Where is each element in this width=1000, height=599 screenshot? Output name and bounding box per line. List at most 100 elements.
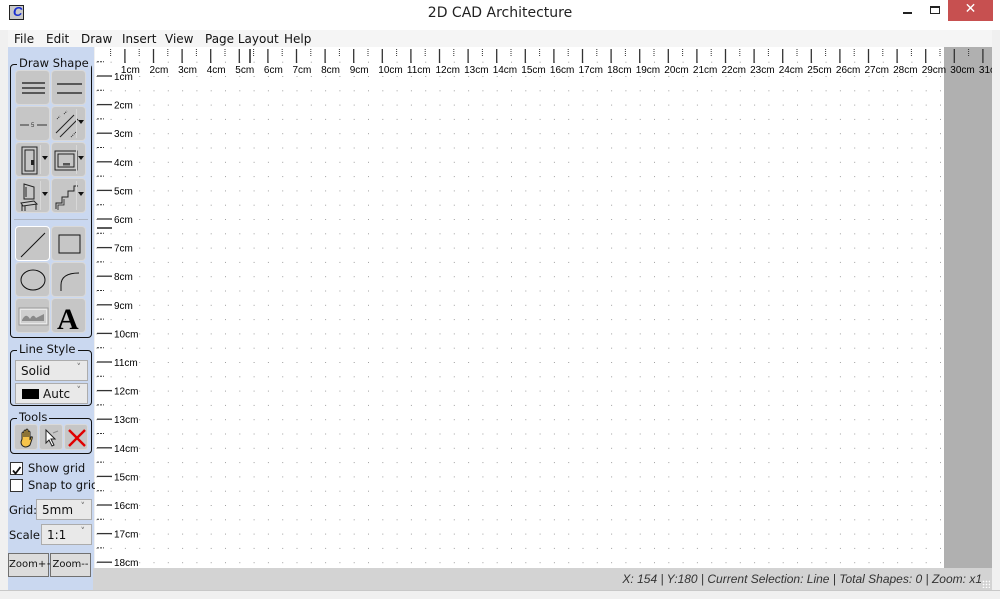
grid-dot	[167, 376, 169, 378]
grid-dot	[582, 204, 584, 206]
hatched-wall-button[interactable]	[51, 106, 86, 141]
snap-to-grid-label[interactable]: Snap to grid	[28, 478, 98, 492]
grid-dot	[654, 61, 655, 63]
grid-dot	[339, 190, 341, 192]
grid-dot	[210, 176, 212, 178]
ruler-label: 8cm	[321, 65, 340, 76]
grid-dot	[911, 90, 913, 92]
grid-dot	[654, 204, 655, 206]
grid-dot	[482, 433, 484, 435]
minimize-icon	[903, 12, 912, 14]
snap-to-grid-checkbox[interactable]	[10, 479, 23, 492]
dropdown-arrow-icon[interactable]	[42, 192, 48, 196]
menu-page-layout[interactable]: Page Layout	[205, 32, 279, 46]
delete-tool-button[interactable]	[64, 424, 88, 450]
double-wall-button[interactable]	[51, 70, 86, 105]
grid-dot	[153, 505, 155, 506]
grid-dot	[868, 476, 870, 478]
grid-dot	[839, 362, 841, 363]
dropdown-arrow-icon[interactable]	[78, 192, 84, 196]
grid-dot	[225, 247, 226, 249]
grid-dot	[124, 319, 126, 321]
grid-dot	[611, 147, 613, 149]
grid-dot	[511, 404, 512, 406]
image-tool-button[interactable]	[15, 298, 50, 333]
close-button[interactable]: ✕	[948, 0, 993, 21]
menu-file[interactable]: File	[14, 32, 34, 46]
menu-view[interactable]: View	[165, 32, 193, 46]
grid-dot	[310, 490, 312, 492]
text-tool-button[interactable]: A	[51, 298, 86, 334]
grid-dot	[782, 562, 784, 564]
dropdown-arrow-icon[interactable]	[42, 156, 48, 160]
drawing-canvas[interactable]: 1cm 2cm 3cm 4cm 5cm 6cm 7cm 8cm 9cm 10cm 11cm 12cm 1…	[95, 47, 1000, 569]
triple-wall-button[interactable]	[15, 70, 50, 105]
grid-dot	[825, 76, 827, 77]
grid-size-select[interactable]: 5mm ˅	[36, 499, 92, 520]
grid-dot	[396, 61, 398, 63]
grid-dot	[639, 204, 641, 206]
menu-insert[interactable]: Insert	[122, 32, 156, 46]
grid-dot	[425, 304, 427, 306]
dropdown-arrow-icon[interactable]	[78, 120, 84, 124]
canvas-page[interactable]	[95, 47, 944, 568]
grid-dot	[339, 519, 341, 521]
grid-dot	[782, 347, 784, 349]
pan-tool-button[interactable]	[14, 424, 38, 450]
ellipse-tool-button[interactable]	[15, 262, 50, 297]
grid-dot	[225, 190, 226, 192]
grid-dot	[911, 61, 913, 63]
select-tool-button[interactable]	[39, 424, 63, 450]
grid-dot	[525, 376, 527, 378]
arc-tool-button[interactable]	[51, 262, 86, 297]
ruler-label: 17cm	[114, 530, 138, 541]
grid-dot	[854, 133, 856, 135]
rectangle-tool-button[interactable]	[51, 226, 86, 261]
door-button[interactable]	[15, 142, 50, 177]
show-grid-checkbox[interactable]	[10, 462, 23, 475]
grid-dot	[453, 118, 455, 120]
grid-dot	[625, 61, 627, 63]
grid-dot	[539, 447, 541, 449]
window-button[interactable]	[51, 142, 86, 177]
grid-dot	[225, 161, 226, 163]
svg-text:A: A	[57, 303, 79, 334]
grid-dot	[925, 319, 927, 321]
menu-draw[interactable]: Draw	[81, 32, 112, 46]
line-style-select[interactable]: Solid ˅	[15, 360, 88, 381]
grid-dot	[811, 176, 813, 178]
grid-dot	[110, 519, 112, 521]
stairs-button[interactable]	[51, 178, 86, 213]
chair-button[interactable]	[15, 178, 50, 213]
grid-dot	[396, 90, 398, 92]
grid-dot	[239, 462, 241, 464]
grid-dot	[639, 505, 641, 506]
grid-dot	[325, 247, 327, 249]
resize-grip-icon[interactable]	[982, 580, 990, 588]
grid-dot	[468, 433, 470, 435]
zoom-out-button[interactable]: Zoom--	[50, 553, 91, 577]
scale-select[interactable]: 1:1 ˅	[41, 524, 92, 545]
menu-edit[interactable]: Edit	[46, 32, 69, 46]
dropdown-arrow-icon[interactable]	[78, 156, 84, 160]
maximize-button[interactable]	[920, 0, 950, 21]
grid-dot	[267, 562, 269, 564]
grid-dot	[325, 505, 327, 506]
grid-dot	[639, 247, 641, 249]
menu-help[interactable]: Help	[284, 32, 311, 46]
zoom-in-button[interactable]: Zoom++	[8, 553, 55, 577]
grid-dot	[911, 490, 913, 492]
grid-dot	[253, 61, 255, 63]
grid-dot	[582, 433, 584, 435]
line-tool-button[interactable]	[15, 226, 50, 261]
minimize-button[interactable]	[893, 0, 923, 21]
grid-dot	[439, 505, 441, 506]
grid-dot	[911, 190, 913, 192]
dimension-line-button[interactable]: 5	[15, 106, 50, 141]
grid-dot	[897, 76, 899, 77]
grid-dot	[925, 505, 927, 506]
line-color-select[interactable]: Autc ˅	[15, 383, 88, 404]
grid-dot	[797, 447, 798, 449]
canvas-surface[interactable]: 1cm 2cm 3cm 4cm 5cm 6cm 7cm 8cm 9cm 10cm 11cm 12cm 1…	[95, 47, 1000, 569]
show-grid-label[interactable]: Show grid	[28, 461, 85, 475]
